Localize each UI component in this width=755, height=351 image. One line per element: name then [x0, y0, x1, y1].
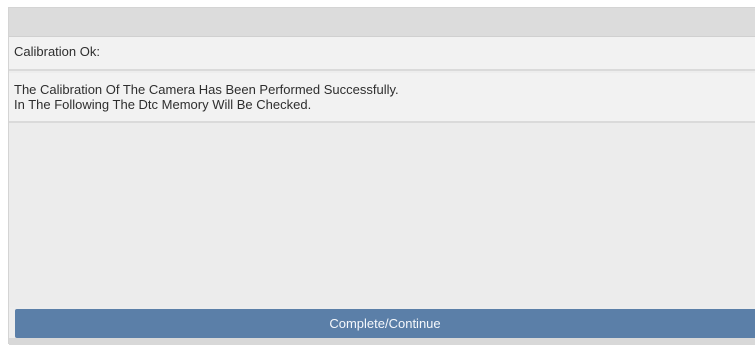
complete-continue-button[interactable]: Complete/Continue — [15, 309, 755, 338]
dialog-content-area — [9, 123, 755, 307]
calibration-status-heading: Calibration Ok: — [9, 37, 755, 71]
message-line-success: The Calibration Of The Camera Has Been P… — [14, 82, 399, 97]
dialog-top-bar — [9, 8, 755, 37]
dialog-bottom-strip — [9, 338, 755, 345]
calibration-dialog: Calibration Ok: The Calibration Of The C… — [8, 7, 755, 345]
calibration-message: The Calibration Of The Camera Has Been P… — [9, 73, 755, 123]
message-line-dtc-check: In The Following The Dtc Memory Will Be … — [14, 97, 312, 112]
calibration-status-text: Calibration Ok: — [14, 44, 100, 59]
